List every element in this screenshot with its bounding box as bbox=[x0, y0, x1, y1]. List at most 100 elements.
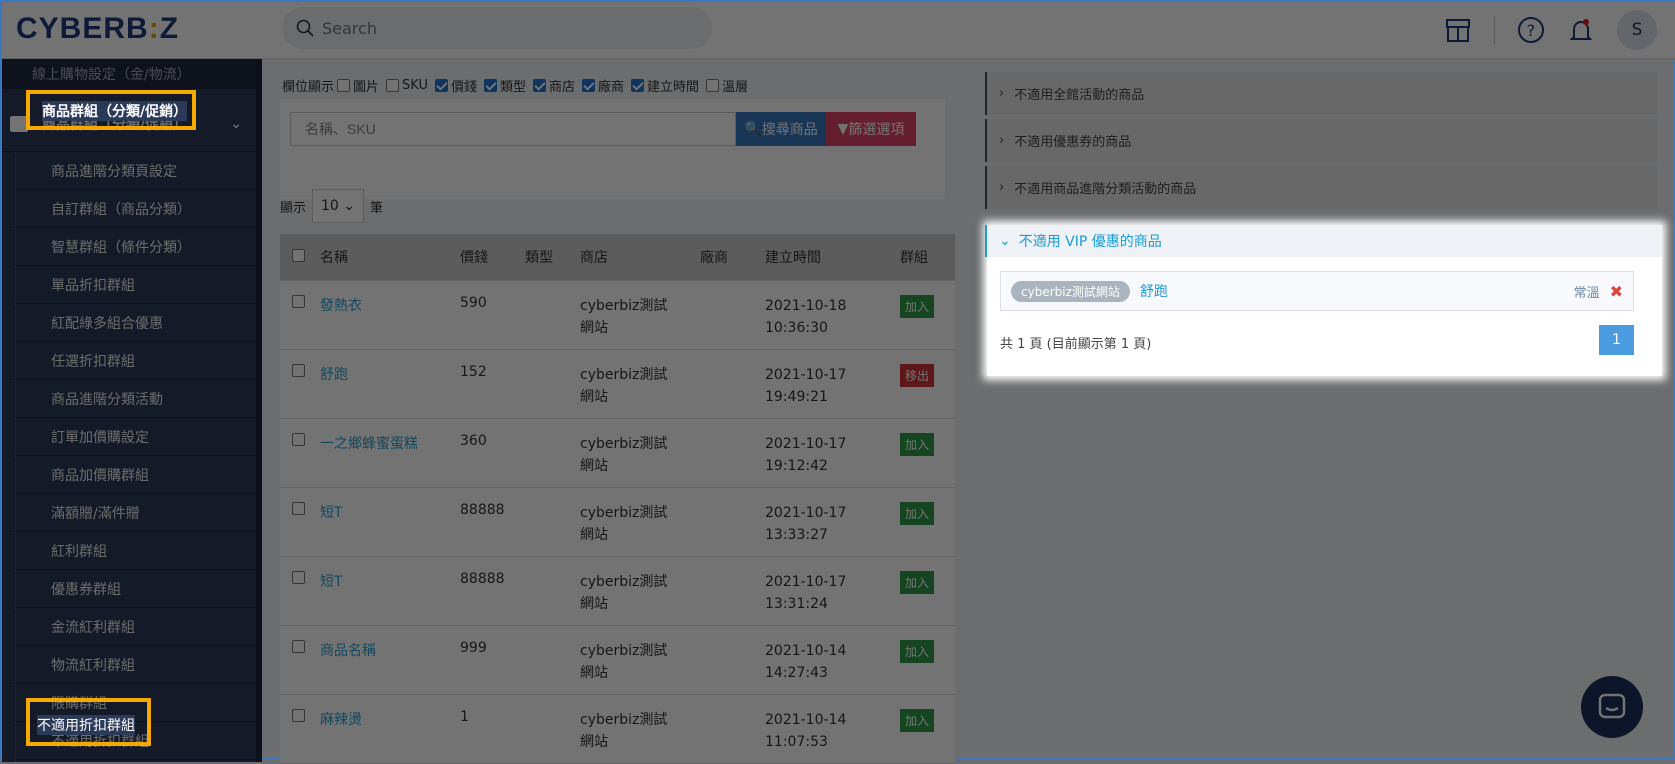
row-checkbox[interactable] bbox=[292, 571, 305, 584]
product-link[interactable]: 舒跑 bbox=[1140, 281, 1168, 301]
product-name-link[interactable]: 一之鄉蜂蜜蛋糕 bbox=[320, 433, 460, 453]
sidebar-item[interactable]: 商品進階分類頁設定 bbox=[15, 152, 256, 190]
table-row: 舒跑 152 cyberbiz測試網站 2021-10-17 19:49:21 移… bbox=[280, 350, 955, 419]
page-size-select[interactable]: 10 ⌄ bbox=[312, 189, 365, 223]
price: 590 bbox=[460, 295, 487, 311]
column-checkbox[interactable] bbox=[582, 79, 596, 92]
avatar[interactable]: S bbox=[1617, 10, 1657, 50]
product-name-link[interactable]: 舒跑 bbox=[320, 364, 460, 384]
column-checkbox[interactable] bbox=[706, 79, 720, 92]
bell-icon[interactable] bbox=[1567, 16, 1595, 44]
price: 152 bbox=[460, 364, 487, 380]
accordion-item[interactable]: › 不適用全館活動的商品 bbox=[985, 72, 1657, 115]
price: 360 bbox=[460, 433, 487, 449]
sidebar-item[interactable]: 紅配綠多組合優惠 bbox=[15, 304, 256, 342]
row-checkbox[interactable] bbox=[292, 295, 305, 308]
exclusion-panels: › 不適用全館活動的商品 › 不適用優惠券的商品 › 不適用商品進階分類活動的商品 bbox=[985, 72, 1657, 213]
cyberbiz-logo[interactable]: CYBERB:Z bbox=[16, 12, 179, 46]
column-label: 類型 bbox=[500, 80, 527, 95]
created-at: 2021-10-14 14:27:43 bbox=[765, 643, 847, 681]
column-label: 價錢 bbox=[450, 80, 477, 95]
column-checkbox[interactable] bbox=[386, 79, 400, 92]
highlight-group-label: 商品群組（分類/促銷） bbox=[42, 101, 188, 121]
store: cyberbiz測試網站 bbox=[580, 712, 668, 750]
sidebar-item[interactable]: 紅利群組 bbox=[15, 532, 256, 570]
product-name-link[interactable]: 短T bbox=[320, 571, 460, 591]
table-row: 一之鄉蜂蜜蛋糕 360 cyberbiz測試網站 2021-10-17 19:12… bbox=[280, 419, 955, 488]
sidebar-item[interactable]: 優惠券群組 bbox=[15, 570, 256, 608]
row-checkbox[interactable] bbox=[292, 640, 305, 653]
column-checkbox[interactable] bbox=[631, 79, 645, 92]
product-name-link[interactable]: 短T bbox=[320, 502, 460, 522]
product-name-link[interactable]: 商品名稱 bbox=[320, 640, 460, 660]
chat-button[interactable] bbox=[1581, 676, 1643, 738]
sidebar-item[interactable]: 單品折扣群組 bbox=[15, 266, 256, 304]
column-checkbox[interactable] bbox=[533, 79, 547, 92]
sidebar-item[interactable]: 訂單加價購設定 bbox=[15, 418, 256, 456]
sidebar-item[interactable]: 物流紅利群組 bbox=[15, 646, 256, 684]
chevron-down-icon: ⌄ bbox=[999, 233, 1011, 249]
sidebar-item[interactable]: 滿額贈/滿件贈 bbox=[15, 494, 256, 532]
chevron-down-icon: ⌄ bbox=[343, 198, 356, 214]
sidebar-item[interactable]: 商品加價購群組 bbox=[15, 456, 256, 494]
row-checkbox[interactable] bbox=[292, 364, 305, 377]
column-checkbox[interactable] bbox=[337, 79, 351, 92]
column-checkbox[interactable] bbox=[484, 79, 497, 92]
accordion-item[interactable]: › 不適用商品進階分類活動的商品 bbox=[985, 166, 1657, 209]
add-button[interactable]: 加入 bbox=[900, 295, 935, 318]
column-display-options: 欄位顯示 圖片 SKU 價錢 類型 商店 廠商 建立時間 溫層 bbox=[282, 78, 749, 95]
table-header: 名稱 價錢 類型 商店 廠商 建立時間 群組 bbox=[280, 234, 955, 281]
row-checkbox[interactable] bbox=[292, 433, 305, 446]
store: cyberbiz測試網站 bbox=[580, 643, 668, 681]
column-checkbox[interactable] bbox=[434, 79, 448, 92]
sidebar-item[interactable]: 任選折扣群組 bbox=[15, 342, 256, 380]
table-row: 短T 88888 cyberbiz測試網站 2021-10-17 13:31:24… bbox=[280, 557, 955, 626]
accordion-item[interactable]: › 不適用優惠券的商品 bbox=[985, 119, 1657, 162]
column-label: 廠商 bbox=[598, 80, 625, 95]
sidebar-item[interactable]: 智慧群組（條件分類） bbox=[15, 228, 256, 266]
table-row: 商品名稱 999 cyberbiz測試網站 2021-10-14 14:27:43… bbox=[280, 626, 955, 695]
sidebar: 線上購物設定（金/物流） 商品群組（分類/促銷） ⌄ 商品進階分類頁設定 自訂群組… bbox=[2, 59, 262, 762]
row-checkbox[interactable] bbox=[292, 502, 305, 515]
product-name-link[interactable]: 發熱衣 bbox=[320, 295, 460, 315]
vip-panel-header[interactable]: ⌄ 不適用 VIP 優惠的商品 bbox=[985, 225, 1662, 257]
remove-button[interactable]: 移出 bbox=[900, 364, 935, 387]
created-at: 2021-10-14 11:07:53 bbox=[765, 712, 847, 750]
store: cyberbiz測試網站 bbox=[580, 367, 668, 405]
search-icon bbox=[296, 19, 314, 37]
search-input[interactable]: Search bbox=[282, 7, 712, 49]
sidebar-item[interactable]: 金流紅利群組 bbox=[15, 608, 256, 646]
add-button[interactable]: 加入 bbox=[900, 502, 935, 525]
page-1-button[interactable]: 1 bbox=[1599, 325, 1634, 355]
add-button[interactable]: 加入 bbox=[900, 640, 935, 663]
sidebar-item[interactable]: 自訂群組（商品分類） bbox=[15, 190, 256, 228]
add-button[interactable]: 加入 bbox=[900, 709, 935, 732]
created-at: 2021-10-17 19:49:21 bbox=[765, 367, 847, 405]
sidebar-item[interactable]: 商品進階分類活動 bbox=[15, 380, 256, 418]
storefront-icon[interactable] bbox=[1444, 16, 1472, 44]
row-checkbox[interactable] bbox=[292, 709, 305, 722]
help-icon[interactable]: ? bbox=[1517, 16, 1545, 44]
store: cyberbiz測試網站 bbox=[580, 436, 668, 474]
product-name-link[interactable]: 麻辣燙 bbox=[320, 709, 460, 729]
product-search-input[interactable] bbox=[290, 112, 736, 146]
select-all-checkbox[interactable] bbox=[292, 248, 305, 262]
search-products-button[interactable]: 🔍 搜尋商品 bbox=[736, 112, 826, 146]
column-label: 圖片 bbox=[353, 80, 380, 95]
sidebar-item-shopping-settings[interactable]: 線上購物設定（金/物流） bbox=[2, 59, 256, 89]
store-badge: cyberbiz測試網站 bbox=[1011, 280, 1130, 302]
price: 1 bbox=[460, 709, 469, 725]
store: cyberbiz測試網站 bbox=[580, 574, 668, 612]
sidebar-item[interactable]: 其它群組設定 bbox=[15, 760, 256, 762]
column-label: 建立時間 bbox=[647, 80, 700, 95]
add-button[interactable]: 加入 bbox=[900, 433, 935, 456]
price: 88888 bbox=[460, 571, 505, 587]
remove-icon[interactable]: ✖ bbox=[1610, 282, 1623, 301]
list-item: cyberbiz測試網站 舒跑 常溫 ✖ bbox=[1000, 271, 1634, 311]
column-label: 溫層 bbox=[722, 80, 749, 95]
table-row: 短T 88888 cyberbiz測試網站 2021-10-17 13:33:27… bbox=[280, 488, 955, 557]
add-button[interactable]: 加入 bbox=[900, 571, 935, 594]
table-row: 發熱衣 590 cyberbiz測試網站 2021-10-18 10:36:30 … bbox=[280, 281, 955, 350]
table-row: 麻辣燙 1 cyberbiz測試網站 2021-10-14 11:07:53 加入 bbox=[280, 695, 955, 764]
filter-options-button[interactable]: ▼ 篩選選項 bbox=[826, 112, 916, 146]
